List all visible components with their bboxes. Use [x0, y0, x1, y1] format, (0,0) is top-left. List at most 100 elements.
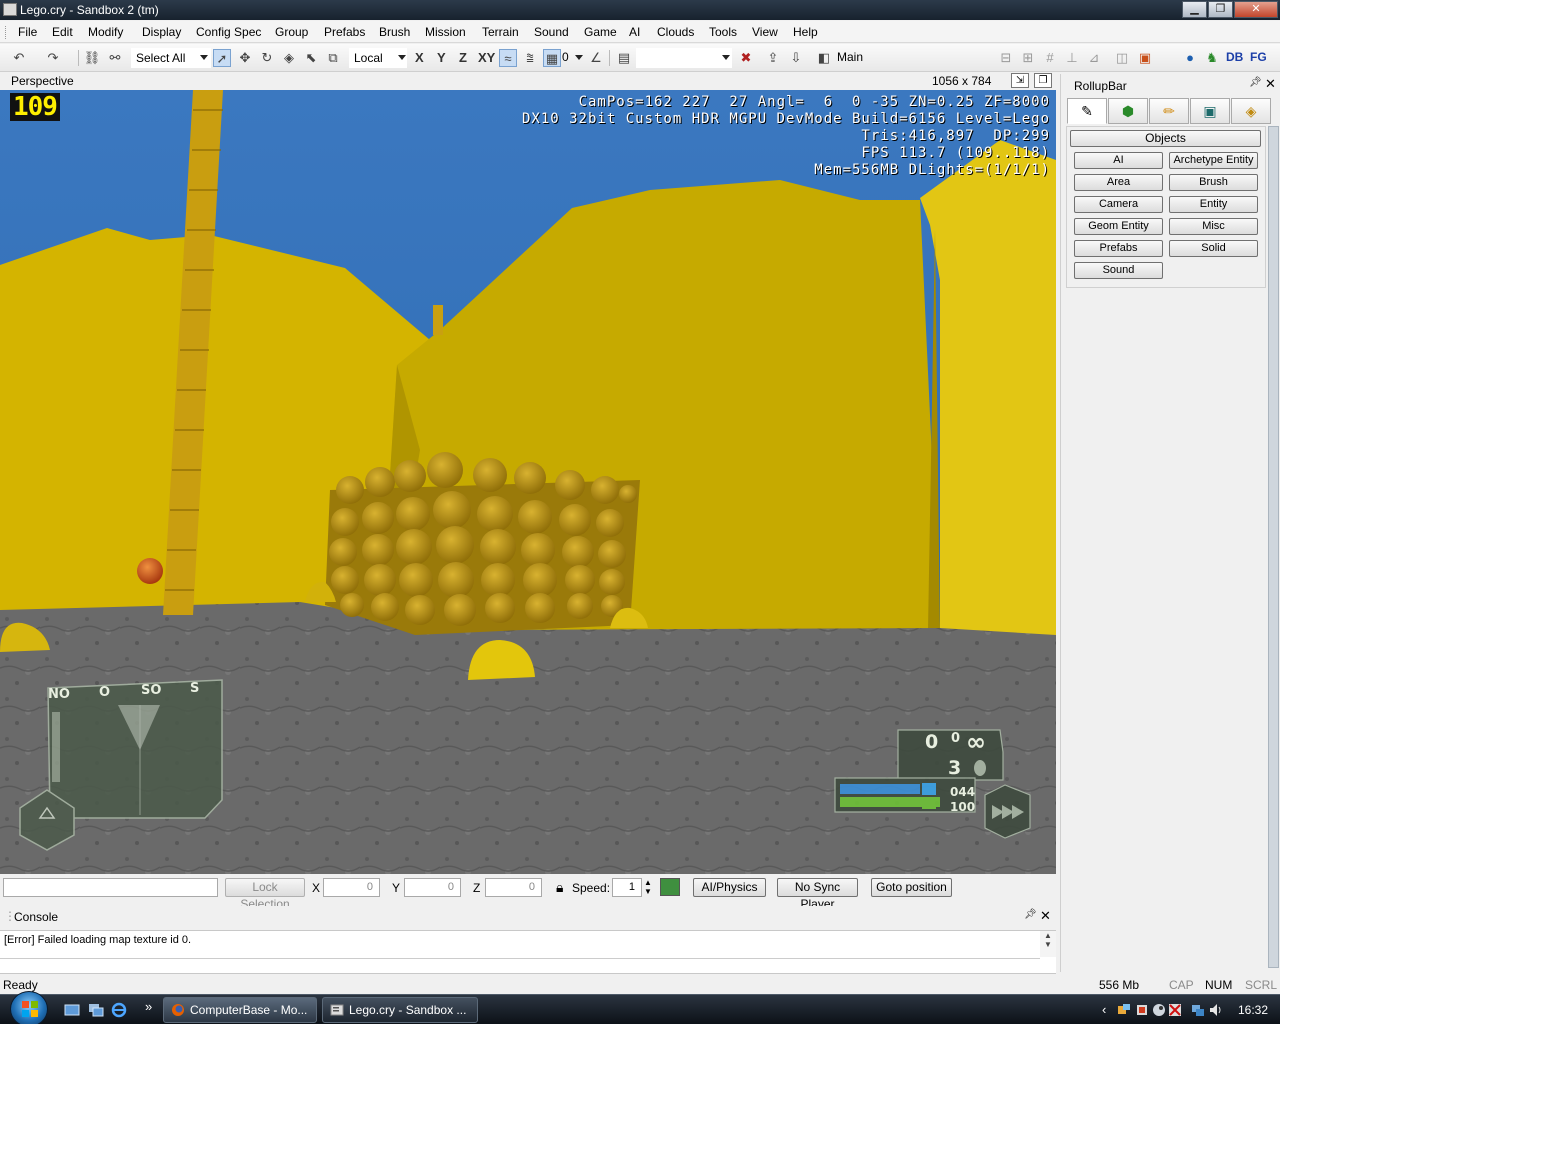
drop-to-ground-icon[interactable]: ⊥: [1063, 49, 1081, 67]
selection-name-field[interactable]: [3, 878, 218, 897]
tab-modelling[interactable]: ✏: [1149, 98, 1189, 124]
show-desktop-icon[interactable]: [64, 1002, 80, 1018]
object-sound-button[interactable]: Sound: [1074, 262, 1163, 279]
menu-ai[interactable]: AI: [629, 25, 640, 39]
menu-modify[interactable]: Modify: [88, 25, 123, 39]
taskbar-computerbase[interactable]: ComputerBase - Mo...: [163, 997, 317, 1023]
tray-expand-icon[interactable]: ‹: [1102, 1002, 1106, 1017]
no-sync-player-button[interactable]: No Sync Player: [777, 878, 858, 911]
warning-tray-icon[interactable]: [1168, 1003, 1182, 1017]
axis-y-button[interactable]: Y: [437, 50, 446, 65]
viewport-title[interactable]: Perspective: [11, 74, 74, 88]
ai-physics-button[interactable]: AI/Physics: [693, 878, 766, 897]
object-camera-button[interactable]: Camera: [1074, 196, 1163, 213]
terrain-snap-icon[interactable]: [660, 878, 680, 896]
viewport-maximize-icon[interactable]: ❐: [1034, 73, 1052, 88]
menu-mission[interactable]: Mission: [425, 25, 466, 39]
rollup-close-icon[interactable]: ✕: [1265, 76, 1276, 92]
console-scrollbar[interactable]: ▲ ▼: [1040, 931, 1056, 957]
undo-icon[interactable]: ↶: [10, 49, 28, 67]
tab-terrain[interactable]: ⬢: [1108, 98, 1148, 124]
selection-set-dropdown[interactable]: [636, 48, 732, 68]
clock[interactable]: 16:32: [1238, 1003, 1268, 1017]
object-entity-button[interactable]: Entity: [1169, 196, 1258, 213]
menu-tools[interactable]: Tools: [709, 25, 737, 39]
rollup-pin-icon[interactable]: 📌︎: [1249, 77, 1262, 88]
scale-tool-icon[interactable]: ◈: [280, 49, 298, 67]
character-icon[interactable]: ♞: [1203, 49, 1221, 67]
menu-prefabs[interactable]: Prefabs: [324, 25, 365, 39]
grid-snap-icon[interactable]: ▦: [543, 49, 561, 67]
import-icon[interactable]: ⇩: [787, 49, 805, 67]
y-coordinate-input[interactable]: 0: [404, 878, 461, 897]
tab-display[interactable]: ▣: [1190, 98, 1230, 124]
tab-objects[interactable]: ✎: [1067, 98, 1107, 124]
taskbar-sandbox[interactable]: Lego.cry - Sandbox ...: [322, 997, 478, 1023]
current-layer[interactable]: Main: [837, 50, 863, 64]
layers-icon[interactable]: ◧: [815, 49, 833, 67]
select-terrain-icon[interactable]: ⬉: [302, 49, 320, 67]
menu-brush[interactable]: Brush: [379, 25, 410, 39]
menu-edit[interactable]: Edit: [52, 25, 73, 39]
menu-game[interactable]: Game: [584, 25, 617, 39]
axis-x-button[interactable]: X: [415, 50, 424, 65]
console-close-icon[interactable]: ✕: [1040, 908, 1051, 924]
z-coordinate-input[interactable]: 0: [485, 878, 542, 897]
start-button[interactable]: [10, 991, 48, 1024]
menu-display[interactable]: Display: [142, 25, 181, 39]
switch-windows-icon[interactable]: [88, 1002, 104, 1018]
goto-position-button[interactable]: Goto position: [871, 878, 952, 897]
export-icon[interactable]: ⇪: [764, 49, 782, 67]
delete-selection-icon[interactable]: ✖: [737, 49, 755, 67]
chevron-down-icon[interactable]: [722, 55, 730, 60]
pin-icon[interactable]: 📌︎: [1024, 909, 1037, 920]
objects-section-header[interactable]: Objects: [1070, 130, 1261, 147]
region-select-icon[interactable]: ⧉: [324, 49, 342, 67]
minimize-button[interactable]: ▁: [1182, 1, 1207, 18]
align-to-grid-icon[interactable]: ⊞: [1019, 49, 1037, 67]
object-misc-button[interactable]: Misc: [1169, 218, 1258, 235]
orient-to-surface-icon[interactable]: ⊿: [1085, 49, 1103, 67]
grid-icon[interactable]: #: [1041, 49, 1059, 67]
select-tool-icon[interactable]: ➚: [213, 49, 231, 67]
object-area-button[interactable]: Area: [1074, 174, 1163, 191]
quicklaunch-overflow[interactable]: »: [145, 999, 152, 1014]
menu-group[interactable]: Group: [275, 25, 308, 39]
grid-snap-value[interactable]: 0: [562, 50, 569, 64]
snap-to-objects-icon[interactable]: ⩰: [521, 49, 539, 67]
menu-clouds[interactable]: Clouds: [657, 25, 694, 39]
redo-icon[interactable]: ↷: [44, 49, 62, 67]
flowgraph-button[interactable]: FG: [1250, 50, 1267, 64]
database-button[interactable]: DB: [1226, 50, 1243, 64]
axis-z-button[interactable]: Z: [459, 50, 467, 65]
speed-input[interactable]: 1: [612, 878, 642, 897]
security-tray-icon[interactable]: [1135, 1003, 1149, 1017]
lock-selection-button[interactable]: Lock Selection: [225, 878, 305, 911]
selection-sets-icon[interactable]: ▤: [615, 49, 633, 67]
globe-icon[interactable]: ●: [1181, 49, 1199, 67]
rollup-scrollbar[interactable]: [1268, 126, 1279, 968]
angle-snap-icon[interactable]: ∠: [587, 49, 605, 67]
axis-xy-button[interactable]: XY: [478, 50, 495, 65]
x-coordinate-input[interactable]: 0: [323, 878, 380, 897]
viewport-options-icon[interactable]: ⇲: [1011, 73, 1029, 88]
video-record-icon[interactable]: ▣: [1136, 49, 1154, 67]
menu-help[interactable]: Help: [793, 25, 818, 39]
object-archetype-entity-button[interactable]: Archetype Entity: [1169, 152, 1258, 169]
console-output[interactable]: [Error] Failed loading map texture id 0.…: [0, 930, 1056, 974]
object-prefabs-button[interactable]: Prefabs: [1074, 240, 1163, 257]
selection-filter-dropdown[interactable]: Select All: [131, 48, 211, 68]
network-connection-icon[interactable]: [1191, 1003, 1205, 1017]
unlink-icon[interactable]: ⚯: [106, 49, 124, 67]
lock-icon[interactable]: 🔒︎: [556, 879, 563, 896]
terrain-follow-icon[interactable]: ≈: [499, 49, 517, 67]
rotate-tool-icon[interactable]: ↻: [258, 49, 276, 67]
chevron-down-icon[interactable]: [200, 55, 208, 60]
network-tray-icon[interactable]: [1117, 1003, 1131, 1017]
chevron-down-icon[interactable]: [398, 55, 406, 60]
link-icon[interactable]: ⛓: [83, 49, 101, 67]
maximize-button[interactable]: ❐: [1208, 1, 1233, 18]
console-input[interactable]: [0, 958, 1040, 974]
tab-layers[interactable]: ◈: [1231, 98, 1271, 124]
menu-sound[interactable]: Sound: [534, 25, 569, 39]
